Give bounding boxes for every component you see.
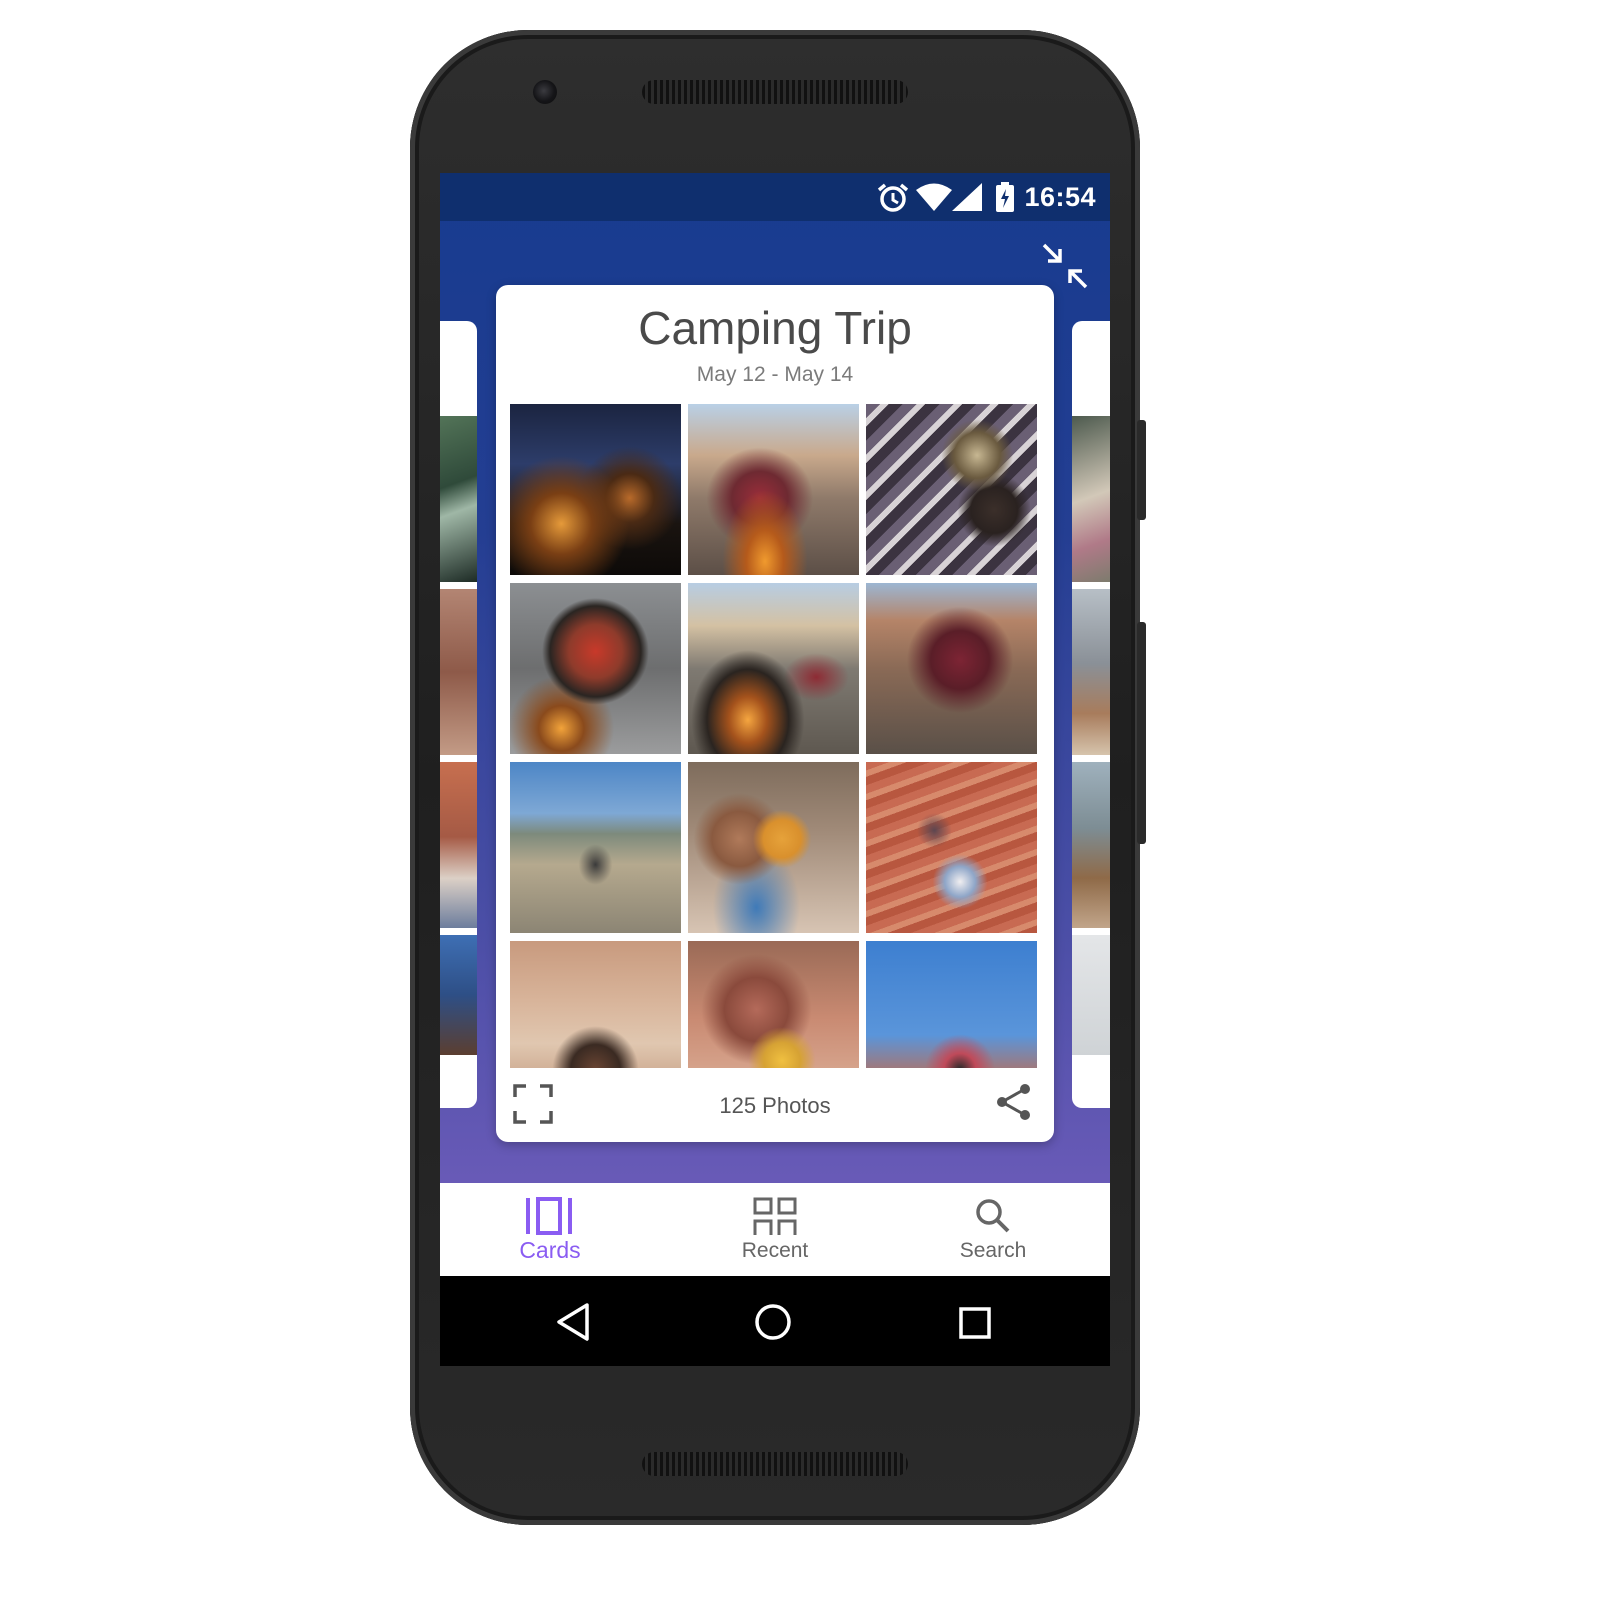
photo-grid	[510, 404, 1040, 1068]
status-bar: 16:54	[440, 173, 1110, 221]
photo-man-crouching[interactable]	[866, 583, 1037, 754]
top-speaker	[642, 80, 908, 104]
recents-icon[interactable]	[959, 1307, 991, 1339]
phone-screen: 16:54 Camping Trip May 12 - May 14 125 P…	[440, 173, 1110, 1366]
battery-charging-icon	[996, 182, 1014, 212]
status-time: 16:54	[1024, 182, 1096, 212]
nav-search-label: Search	[959, 1239, 1027, 1262]
wifi-icon	[916, 183, 952, 211]
share-icon[interactable]	[994, 1082, 1034, 1122]
search-icon	[976, 1199, 1010, 1233]
album-card[interactable]: Camping Trip May 12 - May 14 125 Photos	[496, 285, 1054, 1142]
home-icon[interactable]	[754, 1303, 792, 1341]
photo-pan-cooking[interactable]	[510, 583, 681, 754]
photo-thumbnail	[1072, 416, 1110, 582]
photo-woman-sunglasses[interactable]	[510, 941, 681, 1068]
photo-thumbnail	[1072, 935, 1110, 1055]
back-icon[interactable]	[555, 1302, 591, 1342]
photo-red-rocks[interactable]	[866, 762, 1037, 933]
nav-search[interactable]: Search	[903, 1183, 1083, 1276]
photo-family-selfie[interactable]	[688, 762, 859, 933]
album-date-range: May 12 - May 14	[696, 363, 854, 386]
power-button	[1137, 420, 1146, 520]
nav-recent-label: Recent	[741, 1239, 809, 1262]
photo-campsite-fire[interactable]	[688, 583, 859, 754]
photo-thumbnail	[1072, 589, 1110, 755]
photo-count: 125 Photos	[719, 1093, 831, 1118]
photo-food-blanket[interactable]	[866, 404, 1037, 575]
photo-campfire-night[interactable]	[510, 404, 681, 575]
bottom-speaker	[642, 1452, 908, 1476]
bottom-navigation: Cards Recent Search	[440, 1183, 1110, 1276]
photo-blue-sky[interactable]	[866, 941, 1037, 1068]
nav-cards[interactable]: Cards	[460, 1183, 640, 1276]
volume-button	[1137, 622, 1146, 844]
system-navigation-bar	[440, 1276, 1110, 1366]
cell-signal-icon	[952, 183, 982, 211]
nav-recent[interactable]: Recent	[685, 1183, 865, 1276]
previous-album-card[interactable]	[440, 321, 477, 1108]
alarm-icon	[877, 183, 909, 212]
photo-man-by-fire[interactable]	[688, 404, 859, 575]
collapse-icon[interactable]	[1040, 241, 1090, 291]
front-camera	[533, 80, 557, 104]
photo-thumbnail	[1072, 762, 1110, 928]
photo-thumbnail	[440, 589, 477, 755]
grid-icon	[753, 1197, 797, 1235]
next-album-card[interactable]	[1072, 321, 1110, 1108]
photo-thumbnail	[440, 762, 477, 928]
photo-hiking-desert[interactable]	[510, 762, 681, 933]
photo-thumbnail	[440, 416, 477, 582]
nav-cards-label: Cards	[519, 1237, 581, 1263]
cards-icon	[526, 1197, 572, 1235]
album-title: Camping Trip	[638, 302, 912, 354]
photo-thumbnail	[440, 935, 477, 1055]
photo-mother-child[interactable]	[688, 941, 859, 1068]
